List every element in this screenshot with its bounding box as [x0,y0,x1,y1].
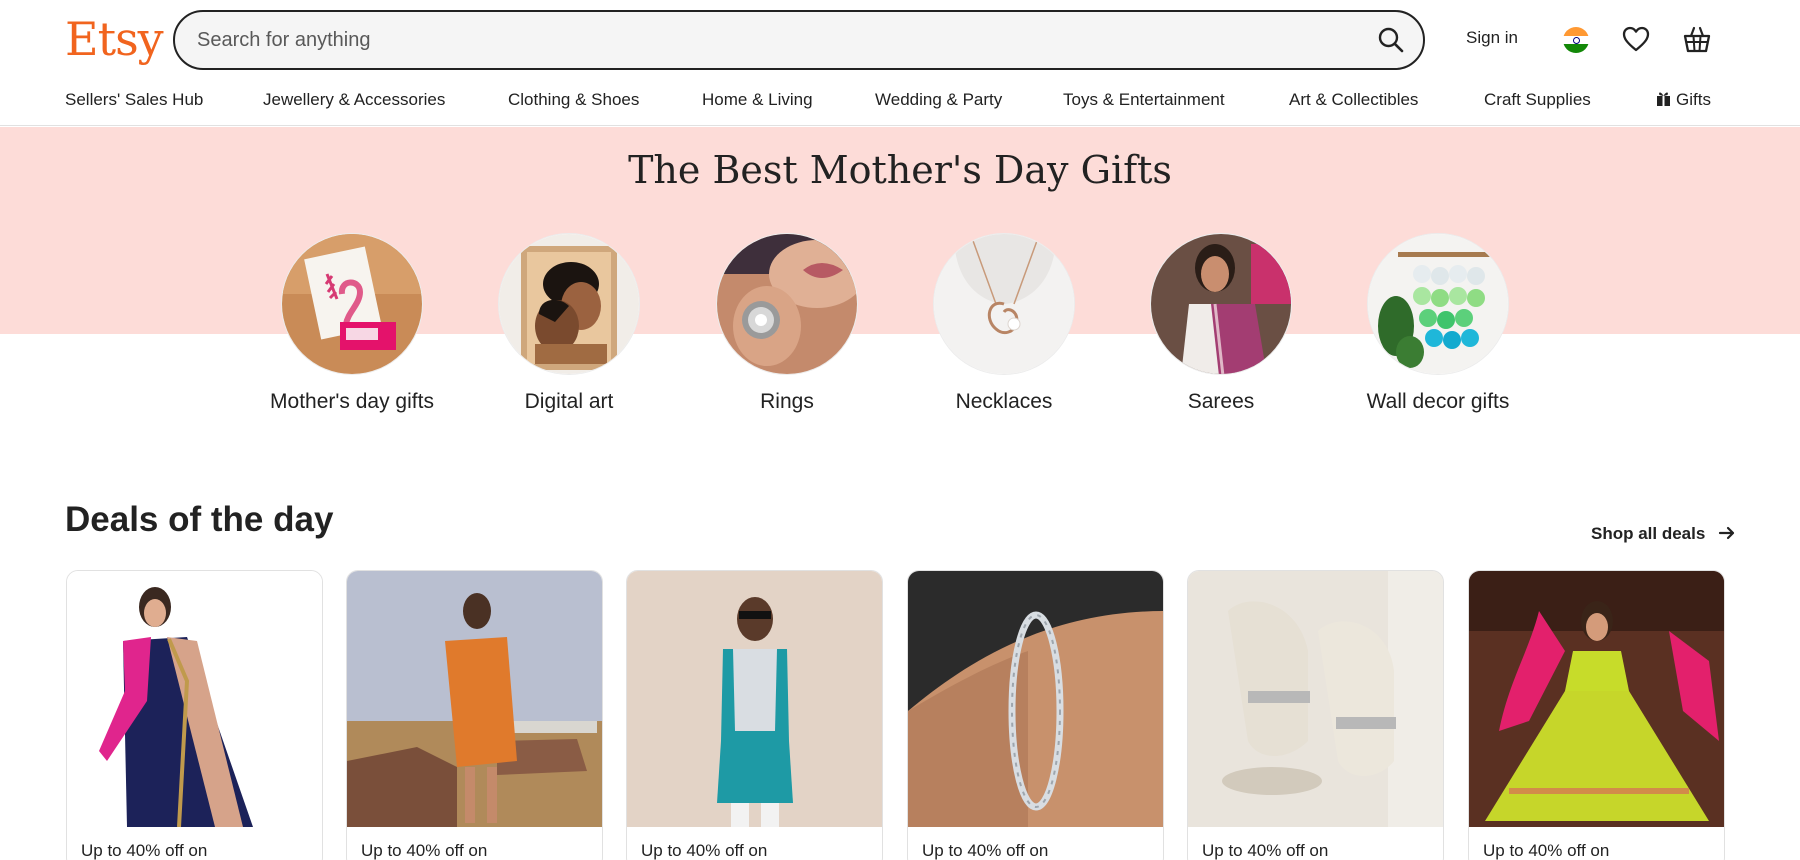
category-circle-wall-decor-gifts[interactable]: Wall decor gifts [1348,233,1528,414]
product-image [67,571,322,827]
deal-card[interactable]: Up to 40% off on [1468,570,1725,860]
category-circle-mothers-day-gifts[interactable]: Mother's day gifts [262,233,442,414]
gift-icon [1657,92,1670,106]
category-circle-sarees[interactable]: Sarees [1131,233,1311,414]
nav-item-jewellery-accessories[interactable]: Jewellery & Accessories [263,90,445,110]
category-image [1150,233,1292,375]
deals-title: Deals of the day [65,500,334,539]
product-image [1188,571,1443,827]
category-nav: Sellers' Sales Hub Jewellery & Accessori… [0,80,1800,126]
nav-item-sellers-sales-hub[interactable]: Sellers' Sales Hub [65,90,203,110]
cart-button[interactable] [1681,23,1713,55]
deal-label: Up to 40% off on [81,841,208,860]
nav-item-gifts[interactable]: Gifts [1656,90,1711,110]
deal-card[interactable]: Up to 40% off on [346,570,603,860]
basket-icon [1683,26,1711,53]
category-image [281,233,423,375]
nav-item-craft-supplies[interactable]: Craft Supplies [1484,90,1591,110]
product-image [1469,571,1724,827]
search-icon [1378,27,1404,53]
category-image [1367,233,1509,375]
category-circle-digital-art[interactable]: Digital art [479,233,659,414]
deal-card[interactable]: Up to 40% off on [1187,570,1444,860]
category-image [716,233,858,375]
product-image [627,571,882,827]
nav-item-toys-entertainment[interactable]: Toys & Entertainment [1063,90,1225,110]
product-image [908,571,1163,827]
arrow-right-icon [1718,526,1735,540]
deal-card[interactable]: Up to 40% off on [66,570,323,860]
category-circle-rings[interactable]: Rings [697,233,877,414]
nav-item-gifts-label: Gifts [1676,90,1711,109]
shop-all-label: Shop all deals [1591,524,1706,543]
nav-item-art-collectibles[interactable]: Art & Collectibles [1289,90,1418,110]
nav-item-clothing-shoes[interactable]: Clothing & Shoes [508,90,639,110]
hero-title: The Best Mother's Day Gifts [628,148,1172,192]
category-label: Sarees [1187,390,1255,413]
nav-item-home-living[interactable]: Home & Living [702,90,813,110]
deal-label: Up to 40% off on [641,841,768,860]
category-label: Digital art [524,390,614,413]
search-bar[interactable] [173,10,1425,70]
product-image [347,571,602,827]
category-circle-necklaces[interactable]: Necklaces [914,233,1094,414]
search-button[interactable] [1373,22,1409,58]
nav-item-wedding-party[interactable]: Wedding & Party [875,90,1002,110]
category-image [498,233,640,375]
deal-label: Up to 40% off on [922,841,1049,860]
category-image [933,233,1075,375]
deal-label: Up to 40% off on [1483,841,1610,860]
search-input[interactable] [197,12,1347,68]
favorites-button[interactable] [1621,24,1651,54]
category-label: Wall decor gifts [1366,390,1510,413]
category-label: Necklaces [955,390,1053,413]
heart-icon [1622,26,1650,52]
deal-card[interactable]: Up to 40% off on [907,570,1164,860]
shop-all-deals-link[interactable]: Shop all deals [1591,524,1736,544]
india-flag-icon[interactable] [1563,27,1589,53]
deal-card[interactable]: Up to 40% off on [626,570,883,860]
deal-label: Up to 40% off on [1202,841,1329,860]
sign-in-link[interactable]: Sign in [1466,28,1518,48]
category-label: Rings [760,390,814,413]
header: Etsy Sign in [0,0,1800,80]
etsy-logo[interactable]: Etsy [65,10,164,68]
deal-label: Up to 40% off on [361,841,488,860]
category-label: Mother's day gifts [270,390,434,413]
